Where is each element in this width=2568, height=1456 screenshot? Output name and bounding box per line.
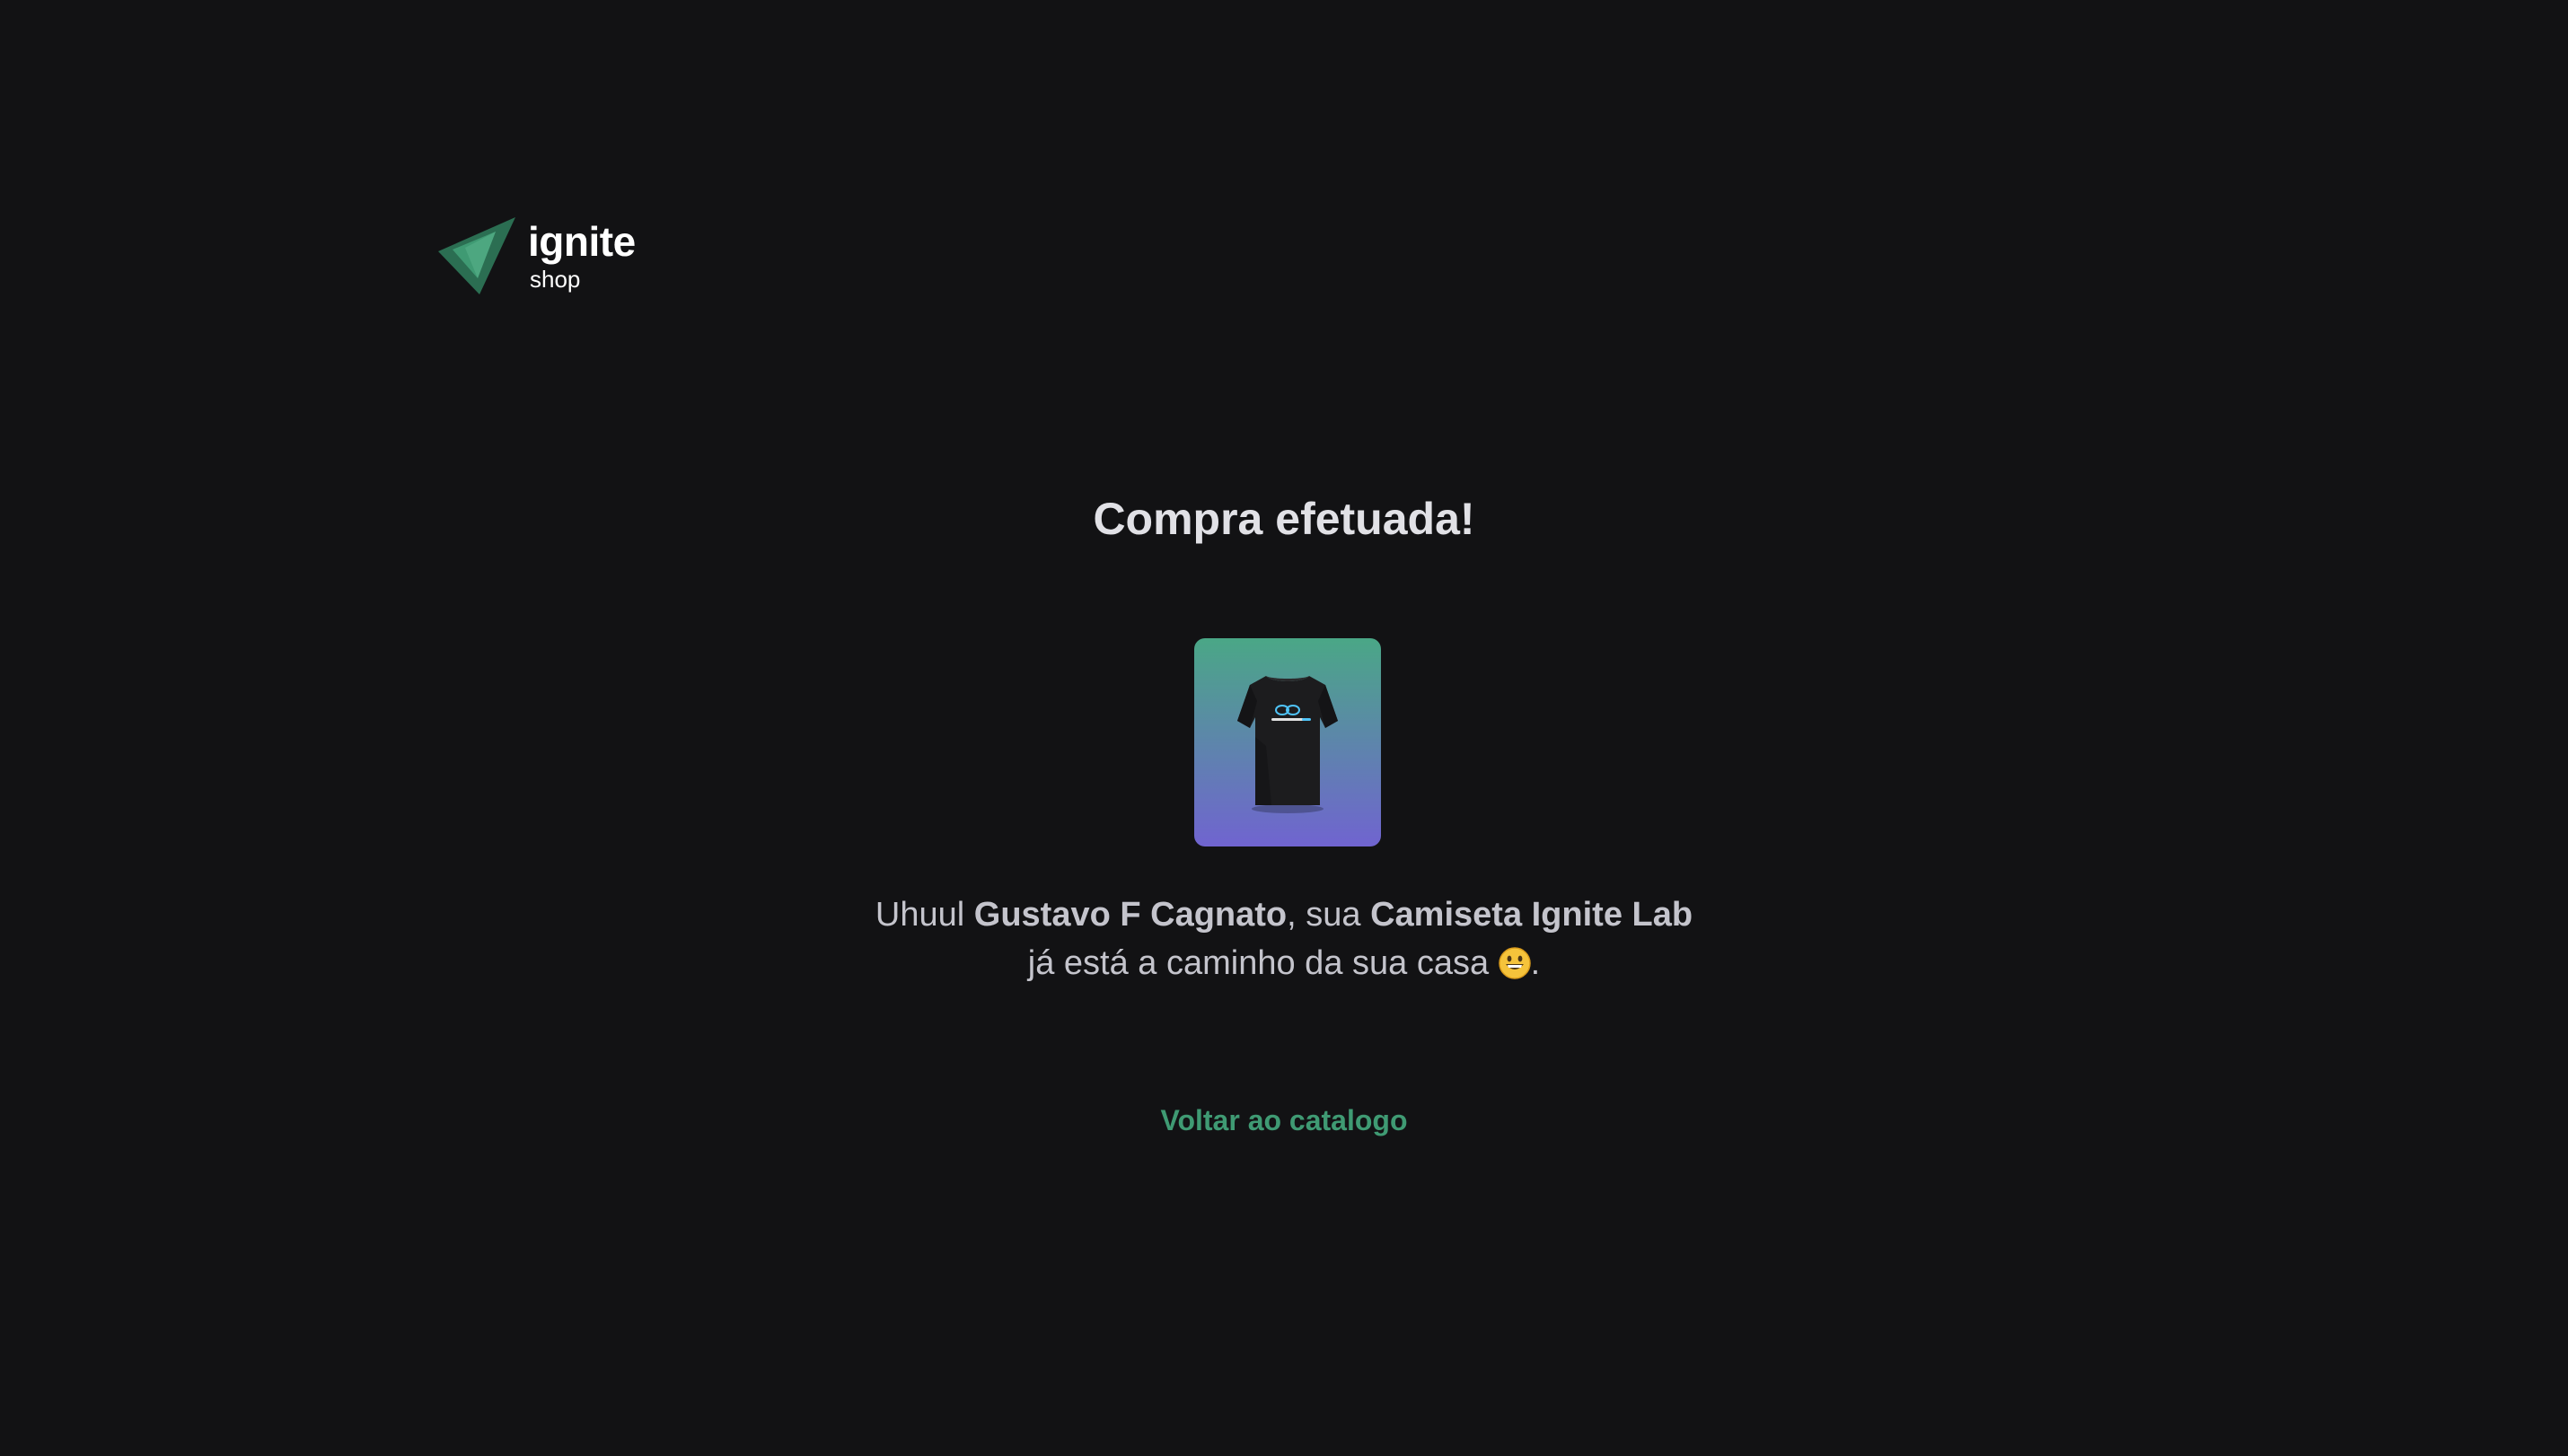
product-name: Camiseta Ignite Lab <box>1370 896 1693 934</box>
message-line2: já está a caminho da sua casa <box>1027 944 1499 982</box>
product-image <box>1194 638 1381 846</box>
message-middle: , sua <box>1287 896 1371 934</box>
t-shirt-image <box>1237 676 1338 813</box>
message-prefix: Uhuul <box>875 896 974 934</box>
back-to-catalog-label[interactable]: Voltar ao catalogo <box>1160 1104 1407 1136</box>
logo-sub: shop <box>530 266 581 293</box>
customer-name: Gustavo F Cagnato <box>973 896 1288 934</box>
triangle-logo-icon <box>438 217 515 294</box>
page-title: Compra efetuada! <box>1093 494 1475 544</box>
back-to-catalog-link[interactable]: Voltar ao catalogo <box>0 1099 2568 1142</box>
logo[interactable]: ignite shop <box>438 217 654 298</box>
logo-text: ignite shop <box>528 217 636 293</box>
message-suffix: . <box>1530 944 1541 982</box>
success-message: Uhuul Gustavo F Cagnato, sua Camiseta Ig… <box>0 890 2568 987</box>
logo-name: ignite <box>528 218 636 265</box>
grinning-face-emoji-icon <box>1498 947 1531 979</box>
